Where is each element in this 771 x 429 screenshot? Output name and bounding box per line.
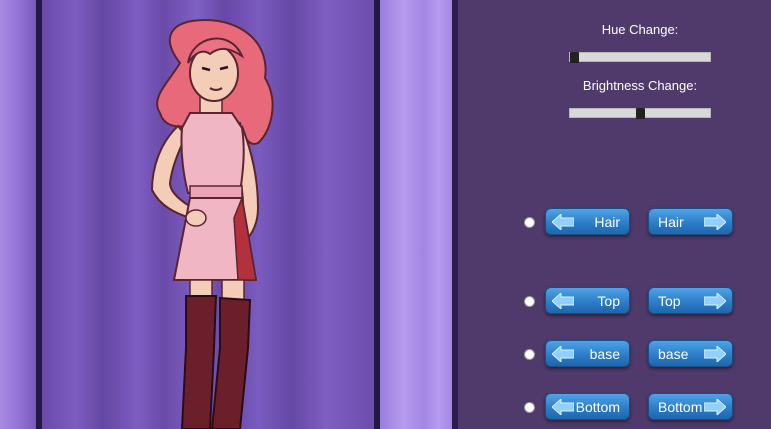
- arrow-left-icon: [552, 214, 574, 230]
- brightness-slider-thumb[interactable]: [636, 108, 645, 119]
- boot-left: [180, 295, 218, 429]
- hair-prev-button[interactable]: Hair: [545, 208, 630, 235]
- dressup-stage: [0, 0, 458, 429]
- arrow-left-icon: [552, 399, 574, 415]
- bottom-next-label: Bottom: [658, 399, 703, 415]
- character-figure: [150, 18, 274, 429]
- arrow-right-icon: [704, 214, 726, 230]
- top-next-button[interactable]: Top: [648, 287, 733, 314]
- top-prev-button[interactable]: Top: [545, 287, 630, 314]
- brightness-slider[interactable]: [569, 108, 711, 119]
- base-radio[interactable]: [524, 349, 535, 360]
- arrow-left-icon: [552, 293, 574, 309]
- base-prev-label: base: [589, 346, 620, 362]
- row-hair: Hair Hair: [458, 208, 771, 238]
- hair-radio[interactable]: [524, 217, 535, 228]
- top-next-label: Top: [658, 293, 681, 309]
- arrow-left-icon: [552, 346, 574, 362]
- bottom-prev-label: Bottom: [575, 399, 620, 415]
- base-next-label: base: [658, 346, 689, 362]
- hair-next-button[interactable]: Hair: [648, 208, 733, 235]
- bottom-radio[interactable]: [524, 402, 535, 413]
- base-next-button[interactable]: base: [648, 340, 733, 367]
- bottom-prev-button[interactable]: Bottom: [545, 393, 630, 420]
- base-prev-button[interactable]: base: [545, 340, 630, 367]
- row-base: base base: [458, 340, 771, 370]
- top-radio[interactable]: [524, 296, 535, 307]
- top-prev-label: Top: [597, 293, 620, 309]
- hue-slider-label: Hue Change:: [601, 22, 679, 37]
- brightness-slider-label: Brightness Change:: [582, 78, 698, 93]
- hue-slider-thumb[interactable]: [570, 52, 579, 63]
- row-bottom: Bottom Bottom: [458, 393, 771, 423]
- top-sweater: [180, 112, 245, 194]
- arrow-right-icon: [704, 346, 726, 362]
- customization-panel: Hue Change: Brightness Change: Hair Hair…: [458, 0, 771, 429]
- hue-slider[interactable]: [569, 52, 711, 63]
- curtain-right: [380, 0, 458, 429]
- boot-right: [210, 296, 252, 429]
- row-top: Top Top: [458, 287, 771, 317]
- bottom-next-button[interactable]: Bottom: [648, 393, 733, 420]
- arrow-right-icon: [704, 293, 726, 309]
- hair-next-label: Hair: [658, 214, 684, 230]
- arrow-right-icon: [704, 399, 726, 415]
- hair-prev-label: Hair: [594, 214, 620, 230]
